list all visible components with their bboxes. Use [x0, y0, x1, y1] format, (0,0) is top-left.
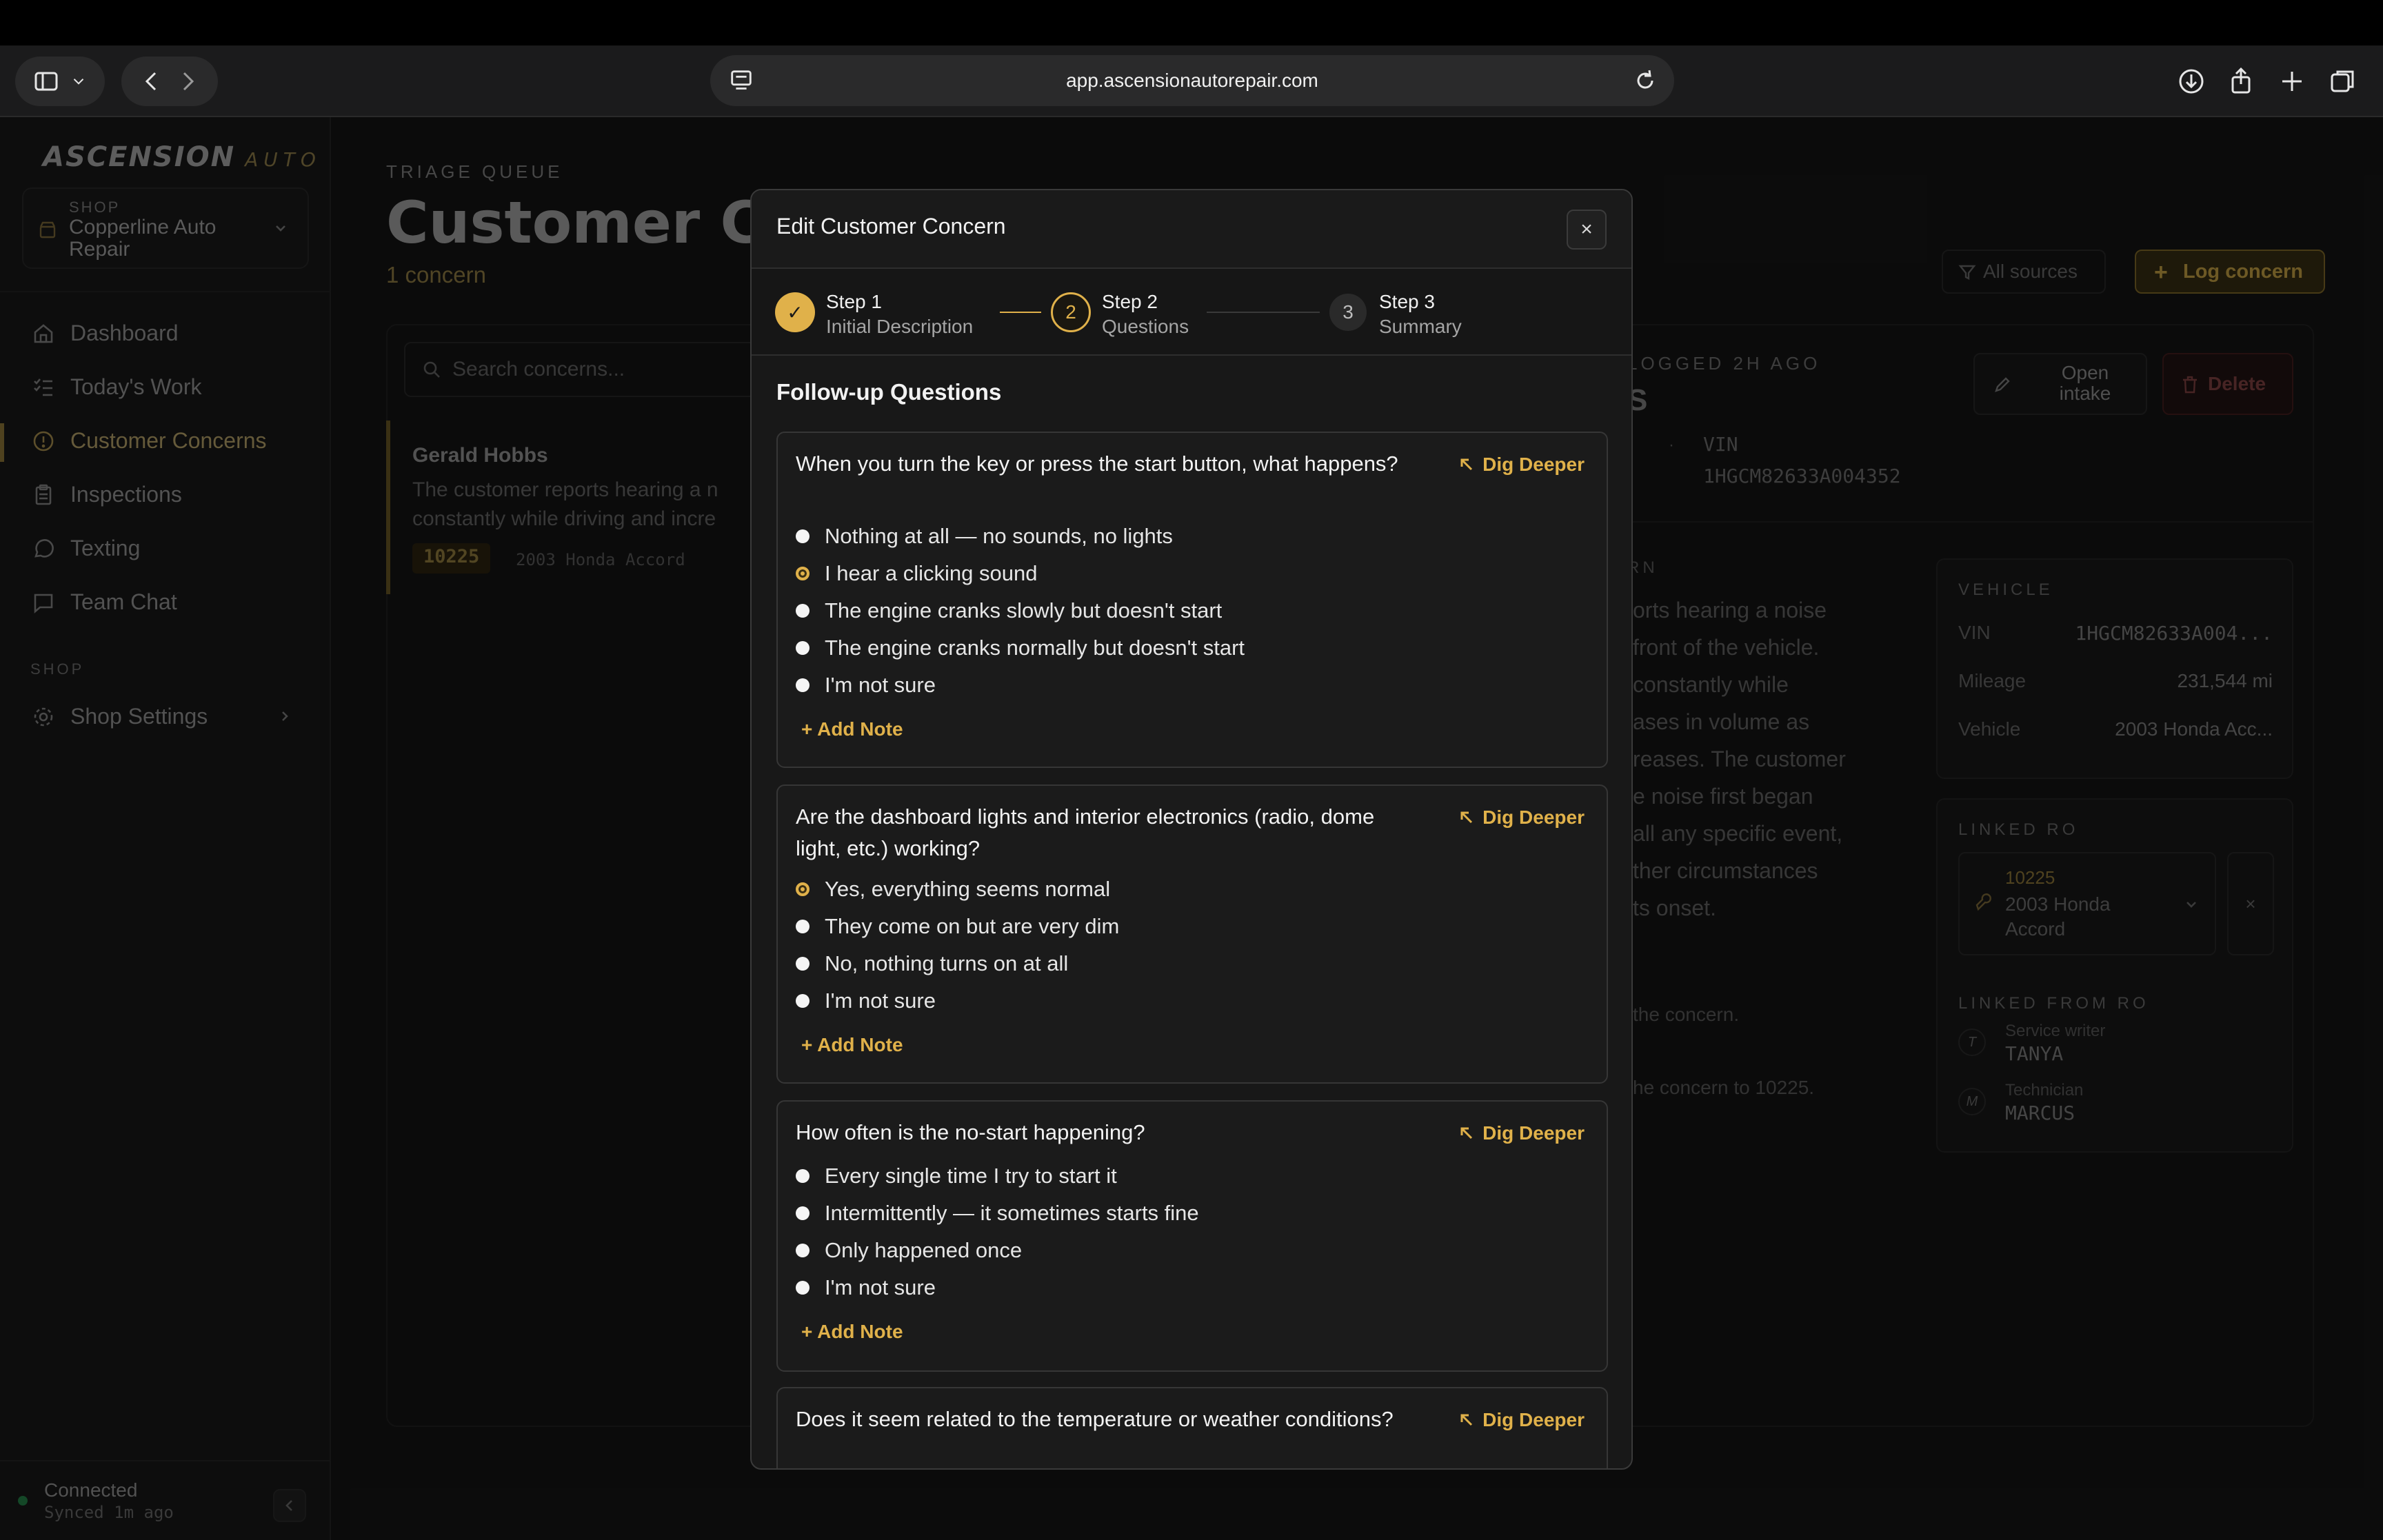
answer-option[interactable]: Every single time I try to start it: [796, 1164, 1117, 1188]
sidebar-icon: [34, 72, 58, 91]
check-icon: ✓: [787, 301, 803, 323]
edit-concern-modal: Edit Customer Concern × ✓ Step 1 Initial…: [750, 189, 1633, 1470]
back-icon[interactable]: [138, 68, 165, 95]
add-note-button[interactable]: + Add Note: [801, 718, 903, 740]
download-icon[interactable]: [2176, 66, 2206, 97]
radio-button[interactable]: [796, 994, 810, 1008]
answer-option[interactable]: The engine cranks normally but doesn't s…: [796, 636, 1245, 660]
radio-button[interactable]: [796, 1281, 810, 1295]
modal-body: Follow-up Questions When you turn the ke…: [752, 356, 1631, 1468]
radio-button-selected[interactable]: [796, 567, 810, 580]
radio-button[interactable]: [796, 1169, 810, 1183]
radio-button[interactable]: [796, 1206, 810, 1220]
section-title: Follow-up Questions: [776, 379, 1002, 405]
question-card: When you turn the key or press the start…: [776, 432, 1608, 768]
step-3-label[interactable]: Step 3 Summary: [1379, 290, 1462, 339]
answer-option[interactable]: I hear a clicking sound: [796, 561, 1037, 586]
answer-option[interactable]: Intermittently — it sometimes starts fin…: [796, 1201, 1199, 1226]
arrow-up-left-icon: [1460, 1414, 1473, 1426]
browser-toolbar: app.ascensionautorepair.com: [0, 45, 2383, 117]
answer-option[interactable]: Yes, everything seems normal: [796, 877, 1110, 902]
arrow-up-left-icon: [1460, 458, 1473, 471]
answer-option[interactable]: They come on but are very dim: [796, 914, 1119, 939]
chevron-down-icon: [73, 79, 84, 85]
modal-header: Edit Customer Concern ×: [752, 190, 1631, 269]
answer-option[interactable]: Nothing at all — no sounds, no lights: [796, 524, 1173, 549]
tab-overview-icon[interactable]: [2328, 66, 2358, 97]
dig-deeper-button[interactable]: Dig Deeper: [1458, 454, 1585, 476]
radio-button-selected[interactable]: [796, 882, 810, 896]
close-icon: ×: [1580, 218, 1593, 241]
stepper: ✓ Step 1 Initial Description 2 Step 2 Qu…: [752, 269, 1631, 356]
question-text: Are the dashboard lights and interior el…: [796, 804, 1375, 860]
question-card: Does it seem related to the temperature …: [776, 1387, 1608, 1468]
radio-button[interactable]: [796, 641, 810, 655]
step-connector: [1000, 312, 1041, 313]
history-nav: [121, 57, 218, 106]
radio-button[interactable]: [796, 529, 810, 543]
radio-button[interactable]: [796, 920, 810, 933]
step-3-indicator[interactable]: 3: [1329, 294, 1367, 331]
radio-button[interactable]: [796, 957, 810, 971]
radio-button[interactable]: [796, 1244, 810, 1257]
question-card: Are the dashboard lights and interior el…: [776, 784, 1608, 1084]
modal-title: Edit Customer Concern: [776, 214, 1006, 239]
question-card: How often is the no-start happening? Dig…: [776, 1100, 1608, 1372]
share-icon[interactable]: [2226, 66, 2256, 97]
url-text: app.ascensionautorepair.com: [1066, 70, 1318, 91]
address-bar[interactable]: app.ascensionautorepair.com: [710, 55, 1674, 106]
dig-deeper-button[interactable]: Dig Deeper: [1458, 1409, 1585, 1431]
sidebar-toggle-button[interactable]: [15, 57, 105, 106]
step-1-indicator[interactable]: ✓: [775, 292, 815, 332]
dig-deeper-button[interactable]: Dig Deeper: [1458, 1122, 1585, 1144]
step-2-label[interactable]: Step 2 Questions: [1102, 290, 1189, 339]
page-settings-icon[interactable]: [728, 68, 754, 94]
answer-option[interactable]: No, nothing turns on at all: [796, 951, 1068, 976]
radio-button[interactable]: [796, 678, 810, 692]
arrow-up-left-icon: [1460, 1127, 1473, 1139]
answer-option[interactable]: I'm not sure: [796, 1275, 936, 1300]
new-tab-icon[interactable]: [2277, 66, 2307, 97]
close-button[interactable]: ×: [1567, 210, 1607, 250]
answer-option[interactable]: The engine cranks slowly but doesn't sta…: [796, 598, 1222, 623]
question-text: Does it seem related to the temperature …: [796, 1407, 1394, 1431]
answer-option[interactable]: I'm not sure: [796, 989, 936, 1013]
add-note-button[interactable]: + Add Note: [801, 1034, 903, 1056]
system-top-bar: [0, 0, 2383, 45]
answer-option[interactable]: I'm not sure: [796, 673, 936, 698]
add-note-button[interactable]: + Add Note: [801, 1321, 903, 1343]
arrow-up-left-icon: [1460, 811, 1473, 824]
forward-icon[interactable]: [174, 68, 201, 95]
step-2-indicator[interactable]: 2: [1051, 292, 1091, 332]
question-text: When you turn the key or press the start…: [796, 452, 1398, 476]
question-text: How often is the no-start happening?: [796, 1120, 1145, 1144]
radio-button[interactable]: [796, 604, 810, 618]
step-1-label[interactable]: Step 1 Initial Description: [826, 290, 973, 339]
reload-icon[interactable]: [1631, 67, 1659, 94]
step-connector: [1207, 312, 1320, 313]
dig-deeper-button[interactable]: Dig Deeper: [1458, 807, 1585, 829]
answer-option[interactable]: Only happened once: [796, 1238, 1022, 1263]
